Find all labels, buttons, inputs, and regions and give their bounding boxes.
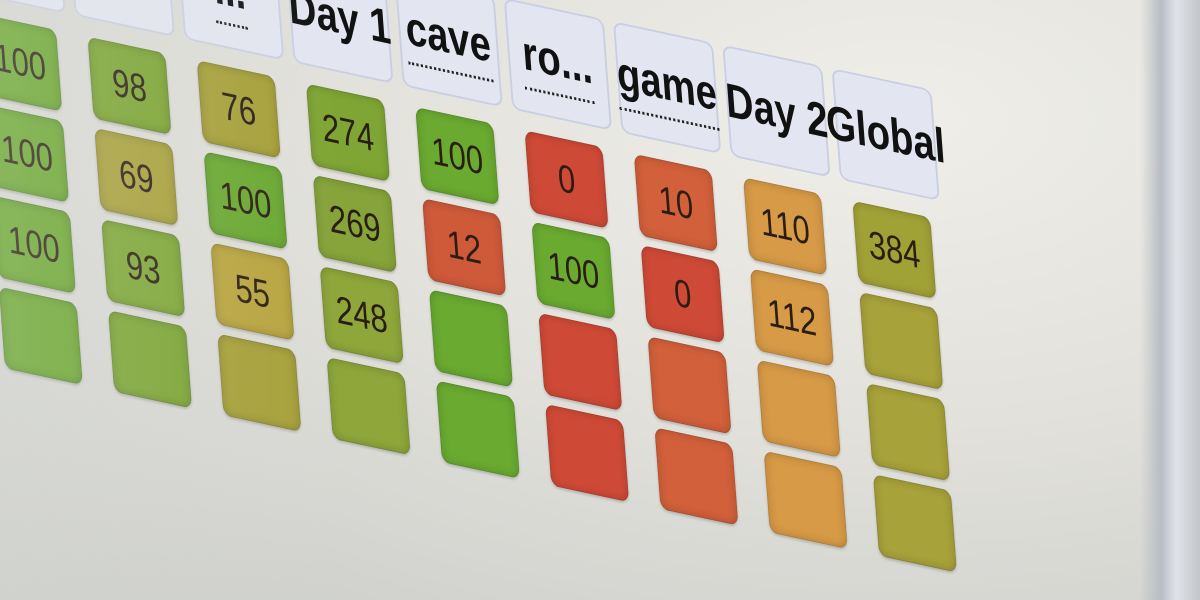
score-cell bbox=[866, 382, 951, 482]
score-value: 110 bbox=[758, 198, 812, 254]
score-cell bbox=[0, 286, 83, 386]
score-value: 10 bbox=[656, 177, 695, 229]
column-header[interactable]: ... bbox=[175, 0, 285, 61]
column-header-label: Day 1 bbox=[286, 0, 393, 56]
score-cell: 100 bbox=[415, 106, 500, 206]
score-value: 100 bbox=[0, 34, 48, 90]
score-cell bbox=[545, 403, 630, 503]
score-cell: 100 bbox=[531, 221, 616, 320]
column-header[interactable]: Day 1 bbox=[285, 0, 394, 84]
column-header-label: Day 2 bbox=[723, 73, 830, 150]
score-value: 100 bbox=[0, 125, 55, 181]
column-header[interactable]: ro... bbox=[503, 0, 613, 131]
column-header[interactable]: game bbox=[613, 21, 722, 155]
score-cell: 100 bbox=[0, 195, 76, 294]
score-cell: 93 bbox=[101, 218, 186, 318]
column-header[interactable] bbox=[0, 0, 66, 14]
score-cell: 10 bbox=[633, 153, 718, 253]
score-cell bbox=[647, 336, 732, 435]
score-value: 93 bbox=[124, 242, 162, 294]
score-value: 100 bbox=[429, 128, 485, 184]
score-cell: 100 bbox=[0, 104, 70, 203]
score-cell: 69 bbox=[94, 127, 179, 227]
score-value: 269 bbox=[327, 196, 383, 251]
score-value: 69 bbox=[117, 150, 156, 203]
score-cell: 100 bbox=[0, 13, 63, 112]
score-cell bbox=[756, 359, 841, 459]
column-header[interactable]: Global bbox=[824, 68, 947, 202]
score-cell: 248 bbox=[319, 265, 404, 365]
column-header-label: Global bbox=[824, 94, 948, 175]
score-cell: 269 bbox=[312, 174, 397, 274]
score-cell bbox=[859, 291, 944, 391]
score-value: 100 bbox=[6, 216, 62, 272]
score-value: 100 bbox=[545, 242, 601, 298]
score-cell: 0 bbox=[524, 130, 609, 229]
screenshot-stage: ...Day 1cavero...gameDay 2Global10098762… bbox=[0, 0, 1200, 600]
score-cell: 112 bbox=[749, 268, 834, 367]
column-header[interactable] bbox=[66, 0, 175, 38]
score-value: 100 bbox=[218, 172, 273, 228]
score-value: 98 bbox=[110, 59, 149, 111]
score-cell: 12 bbox=[422, 198, 507, 297]
column-header[interactable]: Day 2 bbox=[722, 44, 831, 178]
column-header-label: game bbox=[614, 44, 720, 131]
column-header[interactable]: cave bbox=[394, 0, 503, 108]
score-value: 0 bbox=[556, 155, 577, 203]
score-cell bbox=[763, 450, 848, 550]
column-header-label: ... bbox=[211, 0, 249, 30]
score-value: 384 bbox=[866, 222, 922, 277]
score-cell bbox=[326, 356, 411, 456]
column-header-label: cave bbox=[403, 0, 494, 83]
score-cell: 76 bbox=[196, 60, 281, 159]
score-value: 12 bbox=[445, 221, 483, 273]
score-cell bbox=[108, 310, 193, 409]
score-value: 76 bbox=[219, 83, 258, 135]
monitor-bezel bbox=[1140, 0, 1200, 600]
score-cell: 55 bbox=[210, 242, 295, 341]
score-cell: 100 bbox=[203, 151, 288, 250]
score-value: 248 bbox=[334, 287, 390, 342]
score-cell bbox=[538, 312, 623, 412]
column-header-label: ro... bbox=[520, 24, 596, 104]
score-cell: 274 bbox=[305, 83, 391, 182]
score-cell bbox=[428, 289, 514, 388]
score-cell bbox=[217, 333, 302, 432]
score-cell bbox=[872, 474, 957, 573]
score-cell: 384 bbox=[852, 200, 937, 300]
score-cell: 98 bbox=[87, 36, 172, 136]
score-cell bbox=[654, 427, 739, 526]
score-value: 55 bbox=[233, 265, 272, 317]
score-cell bbox=[435, 380, 520, 479]
score-value: 112 bbox=[765, 289, 819, 345]
score-cell: 0 bbox=[640, 244, 725, 344]
score-value: 0 bbox=[672, 269, 693, 318]
score-value: 274 bbox=[320, 104, 376, 160]
score-cell: 110 bbox=[743, 177, 828, 276]
